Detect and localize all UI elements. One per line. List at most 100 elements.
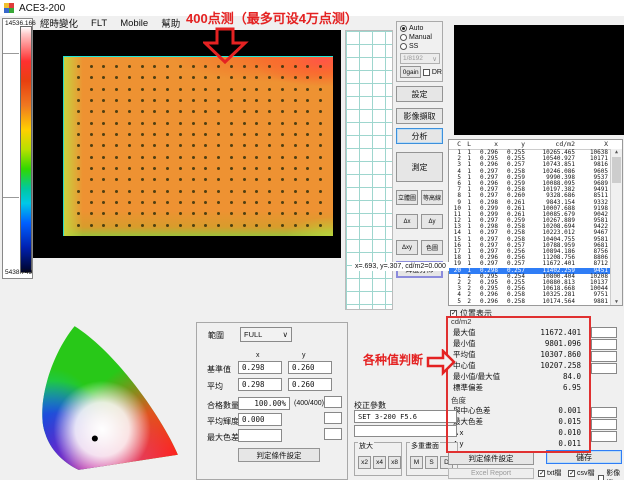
range-select[interactable]: FULL ∨ bbox=[240, 327, 292, 342]
average-y-field[interactable]: 0.260 bbox=[288, 378, 332, 391]
measure-point bbox=[251, 84, 264, 95]
multiscreen-M-button[interactable]: M bbox=[410, 456, 423, 469]
analyze-button[interactable]: 分析 bbox=[396, 128, 443, 144]
menu-item[interactable]: 幫助 bbox=[161, 16, 180, 30]
measure-point bbox=[123, 208, 136, 219]
measurement-table[interactable]: CLxycd/m2X 110.2960.25510265.46510638210… bbox=[448, 139, 623, 306]
solid-view-button[interactable]: 立體圖 bbox=[396, 190, 418, 205]
zoom-x4-button[interactable]: x4 bbox=[373, 456, 386, 469]
measure-point-dot bbox=[281, 190, 284, 193]
cie-chromaticity-diagram bbox=[26, 316, 188, 478]
measure-point bbox=[289, 174, 302, 185]
scroll-down-icon[interactable]: ▼ bbox=[615, 299, 618, 305]
reference-y-field[interactable]: 0.260 bbox=[288, 361, 332, 374]
measure-point-dot bbox=[230, 224, 233, 227]
measure-point-dot bbox=[115, 110, 118, 113]
measure-point-dot bbox=[268, 76, 271, 79]
measure-button[interactable]: 測定 bbox=[396, 152, 443, 182]
save-button[interactable]: 儲存 bbox=[546, 450, 622, 464]
zoom-x8-button[interactable]: x8 bbox=[388, 456, 401, 469]
measure-point-dot bbox=[192, 167, 195, 170]
measure-point bbox=[123, 140, 136, 151]
scroll-up-icon[interactable]: ▲ bbox=[615, 149, 618, 155]
contour-button[interactable]: 等高線 bbox=[421, 190, 443, 205]
delta-x-button[interactable]: Δx bbox=[396, 214, 418, 229]
calibration-extra-field[interactable] bbox=[354, 425, 457, 437]
csv-file-toggle[interactable]: csv檔 bbox=[568, 468, 595, 478]
delta-xy-button[interactable]: Δxy bbox=[396, 240, 418, 255]
txt-file-toggle[interactable]: txt檔 bbox=[538, 468, 561, 478]
avg-luminance-field[interactable]: 0.000 bbox=[238, 413, 282, 426]
gain-button[interactable]: 0gain bbox=[400, 66, 421, 78]
max-color-diff-field[interactable] bbox=[238, 429, 282, 442]
measure-point-dot bbox=[217, 190, 220, 193]
average-x-field[interactable]: 0.298 bbox=[238, 378, 282, 391]
measure-point bbox=[314, 208, 327, 219]
table-scrollbar[interactable]: ▲ ▼ bbox=[610, 149, 622, 305]
multiscreen-S-button[interactable]: S bbox=[425, 456, 438, 469]
measure-point-dot bbox=[230, 212, 233, 215]
footer-judge-condition-button[interactable]: 判定條件設定 bbox=[448, 452, 534, 465]
scroll-thumb[interactable] bbox=[612, 157, 621, 183]
measure-point bbox=[187, 84, 200, 95]
menu-item[interactable]: 經時變化 bbox=[40, 16, 78, 30]
capture-mode-option[interactable]: Auto bbox=[400, 24, 442, 33]
capture-mode-option[interactable]: Manual bbox=[400, 33, 442, 42]
measure-point bbox=[200, 118, 213, 129]
measure-point bbox=[263, 186, 276, 197]
excel-report-button[interactable]: Excel Report bbox=[448, 468, 534, 479]
heatmap-canvas[interactable] bbox=[33, 30, 341, 258]
settings-button[interactable]: 設定 bbox=[396, 86, 443, 102]
result-row: 標準偏差6.95 bbox=[448, 382, 585, 393]
measure-point bbox=[212, 140, 225, 151]
dr-checkbox[interactable] bbox=[423, 69, 429, 76]
measure-point-dot bbox=[179, 99, 182, 102]
image-checkbox[interactable] bbox=[598, 475, 604, 480]
menu-item[interactable]: FLT bbox=[91, 18, 107, 29]
measure-point bbox=[276, 140, 289, 151]
measure-point-dot bbox=[166, 99, 169, 102]
luminance-rows: 最大值11672.401最小值9801.096平均值10307.860中心值10… bbox=[448, 327, 585, 393]
capture-mode-option[interactable]: SS bbox=[400, 42, 442, 51]
measure-point bbox=[85, 95, 98, 106]
measure-point-dot bbox=[166, 110, 169, 113]
measure-point bbox=[251, 95, 264, 106]
delta-y-button[interactable]: Δy bbox=[421, 214, 443, 229]
measure-point bbox=[98, 72, 111, 83]
zoom-x2-button[interactable]: x2 bbox=[358, 456, 371, 469]
pass-ratio-text: (400/400) bbox=[294, 400, 324, 407]
image-capture-button[interactable]: 影像擷取 bbox=[396, 108, 443, 124]
reference-x-field[interactable]: 0.298 bbox=[238, 361, 282, 374]
measure-point-dot bbox=[128, 76, 131, 79]
csv-checkbox[interactable] bbox=[568, 470, 575, 477]
image-file-toggle[interactable]: 影像檔 bbox=[598, 468, 624, 480]
measure-point-dot bbox=[217, 110, 220, 113]
measure-point-dot bbox=[90, 110, 93, 113]
measure-point bbox=[161, 152, 174, 163]
measure-point bbox=[123, 106, 136, 117]
shutter-select[interactable]: 1/8192 ∨ bbox=[400, 53, 440, 64]
measure-point bbox=[136, 140, 149, 151]
measure-point bbox=[263, 152, 276, 163]
measure-point bbox=[161, 129, 174, 140]
measure-point-dot bbox=[217, 133, 220, 136]
measure-point bbox=[149, 118, 162, 129]
measure-point bbox=[314, 129, 327, 140]
position-checkbox[interactable] bbox=[450, 310, 457, 317]
white-point-marker bbox=[92, 435, 98, 441]
measure-point bbox=[263, 84, 276, 95]
measure-point bbox=[200, 95, 213, 106]
txt-checkbox[interactable] bbox=[538, 470, 545, 477]
menu-item[interactable]: Mobile bbox=[120, 18, 148, 29]
judge-condition-button[interactable]: 判定條件設定 bbox=[238, 448, 320, 462]
table-row[interactable]: 520.2960.25810174.5649881 bbox=[449, 299, 622, 305]
measure-point bbox=[251, 163, 264, 174]
judge-box bbox=[324, 412, 342, 424]
calibration-value-field[interactable]: SET 3-200 F5.6 bbox=[354, 410, 457, 423]
measure-point bbox=[161, 186, 174, 197]
measure-point-dot bbox=[141, 156, 144, 159]
measure-point bbox=[110, 118, 123, 129]
colormap-button[interactable]: 色圖 bbox=[421, 240, 443, 255]
measure-point-dot bbox=[90, 212, 93, 215]
measure-point bbox=[314, 140, 327, 151]
